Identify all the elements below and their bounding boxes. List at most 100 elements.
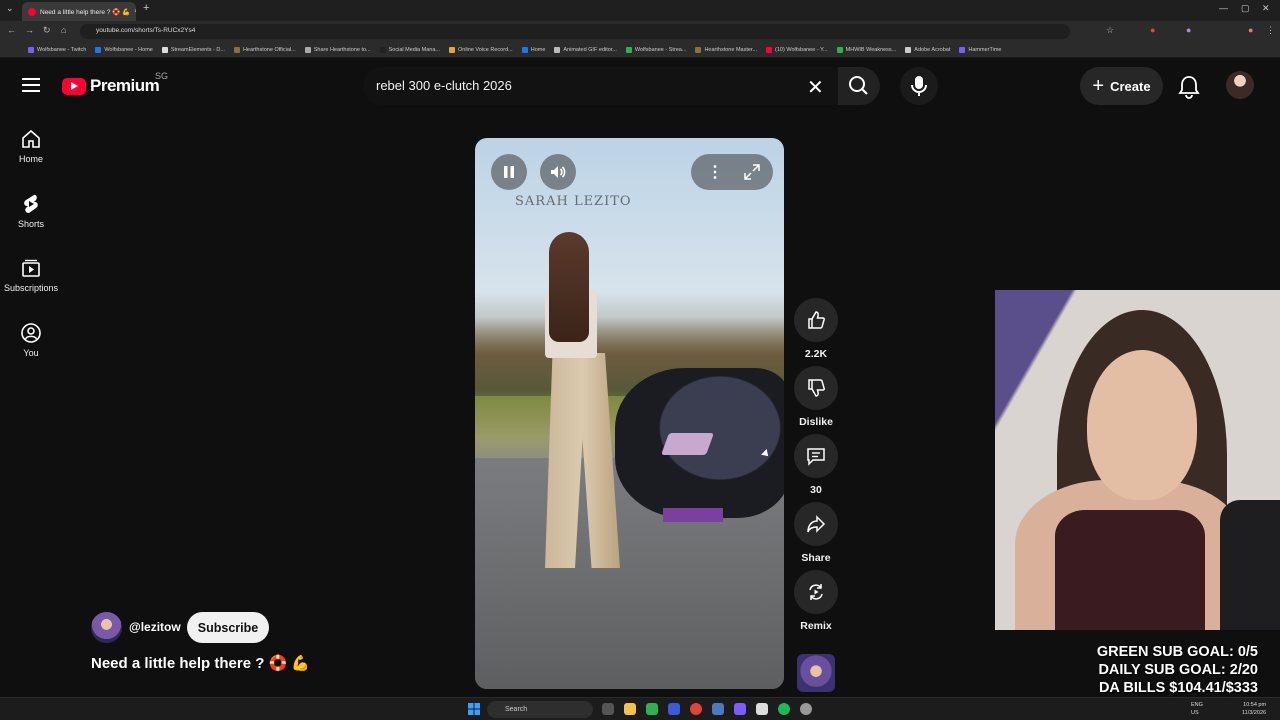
bookmark-item[interactable]: Home [521, 46, 545, 53]
close-tab-icon[interactable]: × [134, 8, 136, 15]
app-icon[interactable] [646, 703, 658, 715]
app-icon[interactable] [756, 703, 768, 715]
bookmark-item[interactable]: Social Media Mana... [379, 46, 440, 53]
bookmark-item[interactable]: Hearthstone Master... [695, 46, 757, 53]
create-button[interactable]: + Create [1080, 67, 1163, 105]
bookmark-label: Wolfsbanee - Strea... [634, 46, 687, 53]
sidebar-item-subscriptions[interactable]: Subscriptions [0, 257, 62, 293]
extension-icon[interactable]: ● [1150, 25, 1155, 35]
share-label: Share [801, 552, 831, 564]
comments-action[interactable]: 30 [793, 434, 839, 496]
app-icon[interactable] [668, 703, 680, 715]
voice-search-button[interactable] [900, 67, 938, 105]
pause-icon [504, 166, 514, 178]
maximize-icon[interactable]: ▢ [1241, 3, 1250, 14]
search-button[interactable] [838, 67, 880, 105]
profile-icon[interactable]: ● [1248, 25, 1253, 35]
file-explorer-icon[interactable] [624, 703, 636, 715]
browser-tab-bar: ⌄ Need a little help there ? 🛟 💪 × + — ▢… [0, 0, 1280, 21]
new-tab-icon[interactable]: + [143, 2, 149, 14]
bookmarks-bar: Wolfsbanee - Twitch Wolfsbanee - Home St… [0, 42, 1280, 58]
lang-bottom: US [1191, 710, 1199, 716]
youtube-logo[interactable]: Premium [62, 76, 160, 96]
bookmark-item[interactable]: Share Hearthstone to... [304, 46, 371, 53]
account-avatar[interactable] [1226, 71, 1254, 99]
share-action[interactable]: Share [793, 502, 839, 564]
bookmark-icon [379, 46, 386, 53]
sidebar-item-label: Shorts [17, 219, 44, 229]
obs-icon[interactable] [800, 703, 812, 715]
hamburger-menu-icon[interactable] [22, 78, 40, 92]
bookmark-star-icon[interactable]: ☆ [1106, 25, 1114, 36]
channel-avatar[interactable] [91, 612, 122, 643]
channel-name[interactable]: @lezitow [129, 620, 181, 634]
sidebar-item-home[interactable]: Home [0, 128, 62, 164]
pause-button[interactable] [491, 154, 527, 190]
bookmark-item[interactable]: Wolfsbanee - Twitch [28, 46, 87, 53]
green-sub-goal: GREEN SUB GOAL: 0/5 [1096, 644, 1258, 660]
tab-list-icon[interactable]: ⌄ [6, 3, 14, 14]
home-nav-icon[interactable]: ⌂ [61, 25, 66, 35]
bookmark-item[interactable]: MHWIB Weakness... [836, 46, 896, 53]
bookmark-item[interactable]: HammerTime [959, 46, 1001, 53]
shorts-video-player[interactable]: SARAH LEZITO ⋮ [475, 138, 784, 689]
lang-top: ENG [1191, 702, 1203, 708]
home-icon [22, 129, 40, 148]
notifications-button[interactable] [1176, 74, 1202, 105]
bookmark-label: Adobe Acrobat [914, 46, 951, 53]
search-value: rebel 300 e-clutch 2026 [376, 78, 512, 93]
sidebar-item-you[interactable]: You [0, 322, 62, 358]
sidebar-item-shorts[interactable]: Shorts [0, 193, 62, 229]
steam-icon[interactable] [712, 703, 724, 715]
streamer-top [1055, 510, 1205, 630]
subscribe-button[interactable]: Subscribe [187, 612, 269, 643]
remix-button[interactable] [794, 570, 838, 614]
like-action[interactable]: 2.2K [793, 298, 839, 360]
more-options-icon[interactable]: ⋮ [707, 162, 723, 182]
spotify-icon[interactable] [778, 703, 790, 715]
like-button[interactable] [794, 298, 838, 342]
bills-goal: DA BILLS $104.41/$333 [1098, 680, 1258, 696]
bookmark-item[interactable]: Wolfsbanee - Strea... [625, 46, 687, 53]
bookmark-item[interactable]: (10) Wolfsbanee - Y... [766, 46, 828, 53]
bookmark-label: Wolfsbanee - Twitch [37, 46, 87, 53]
volume-button[interactable] [540, 154, 576, 190]
menu-icon[interactable]: ⋮ [1266, 25, 1275, 36]
bookmark-item[interactable]: Online Voice Record... [448, 46, 513, 53]
comments-button[interactable] [794, 434, 838, 478]
taskbar-search-label: Search [505, 706, 528, 713]
back-icon[interactable]: ← [7, 25, 16, 35]
extension-icon[interactable]: ● [1186, 25, 1191, 35]
dislike-button[interactable] [794, 366, 838, 410]
logo-text: Premium [90, 76, 160, 95]
bookmark-icon [448, 46, 455, 53]
dislike-action[interactable]: Dislike [793, 366, 839, 428]
remix-action[interactable]: Remix [793, 570, 839, 632]
minimize-icon[interactable]: — [1219, 3, 1228, 13]
reload-icon[interactable]: ↻ [43, 25, 51, 36]
channel-thumbnail[interactable] [797, 654, 835, 692]
task-view-icon[interactable] [602, 703, 614, 715]
system-clock[interactable]: 10:54 pm 11/3/2026 [1242, 701, 1266, 717]
forward-icon[interactable]: → [25, 25, 34, 35]
search-input[interactable]: rebel 300 e-clutch 2026 ✕ [363, 67, 838, 105]
close-window-icon[interactable]: ✕ [1262, 3, 1270, 14]
taskbar-search[interactable]: Search [487, 701, 593, 718]
bookmark-item[interactable]: Adobe Acrobat [905, 46, 951, 53]
language-indicator[interactable]: ENG US [1191, 701, 1203, 717]
bookmark-icon [905, 46, 912, 53]
bookmark-item[interactable]: Hearthstone Official... [233, 46, 296, 53]
browser-tab[interactable]: Need a little help there ? 🛟 💪 × [22, 2, 136, 21]
bookmark-item[interactable]: Animated GIF editor... [554, 46, 617, 53]
address-bar[interactable]: youtube.com/shorts/Ts-RUCx2Ys4 [80, 24, 1070, 39]
bookmark-icon [521, 46, 528, 53]
fullscreen-icon[interactable] [743, 163, 761, 181]
clear-search-icon[interactable]: ✕ [807, 75, 824, 100]
discord-icon[interactable] [734, 703, 746, 715]
chrome-icon[interactable] [690, 703, 702, 715]
bookmark-item[interactable]: StreamElements - D... [161, 46, 225, 53]
windows-start-icon[interactable] [468, 703, 480, 715]
bookmark-item[interactable]: Wolfsbanee - Home [95, 46, 153, 53]
bookmark-label: Share Hearthstone to... [313, 46, 371, 53]
share-button[interactable] [794, 502, 838, 546]
